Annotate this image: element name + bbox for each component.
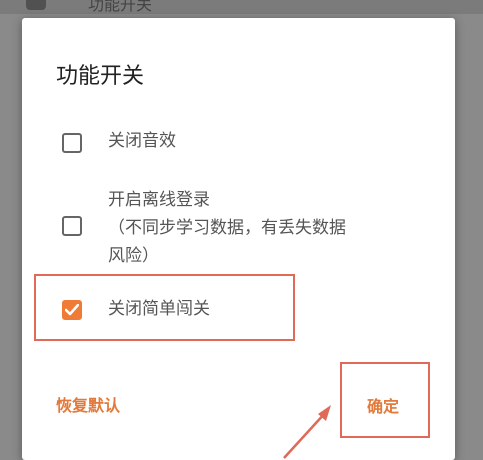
- reset-default-button[interactable]: 恢复默认: [56, 392, 120, 416]
- arrow-icon: [283, 405, 331, 459]
- option-offline-login[interactable]: 开启离线登录 （不同步学习数据，有丢失数据 风险）: [62, 186, 442, 276]
- offline-login-checkbox[interactable]: [62, 216, 82, 236]
- offline-login-note-end: 风险）: [108, 246, 159, 266]
- option-disable-easy-level[interactable]: 关闭简单闯关: [62, 298, 262, 328]
- confirm-button[interactable]: 确定: [367, 393, 399, 417]
- dialog-title: 功能开关: [56, 64, 145, 89]
- offline-login-label: 开启离线登录: [108, 190, 210, 210]
- gear-icon: [26, 0, 46, 10]
- feature-switch-dialog: 功能开关 关闭音效 开启离线登录 （不同步学习数据，有丢失数据 风险） 关闭简单…: [22, 18, 455, 460]
- mute-sound-label: 关闭音效: [108, 131, 176, 151]
- disable-easy-level-checkbox[interactable]: [62, 300, 82, 320]
- check-icon: [65, 304, 79, 316]
- background-title: 功能开关: [88, 0, 153, 14]
- option-mute-sound[interactable]: 关闭音效: [62, 130, 422, 160]
- disable-easy-level-label: 关闭简单闯关: [108, 299, 210, 319]
- background-header: 功能开关: [0, 0, 483, 14]
- offline-login-note: （不同步学习数据，有丢失数据: [108, 218, 346, 238]
- mute-sound-checkbox[interactable]: [62, 133, 82, 153]
